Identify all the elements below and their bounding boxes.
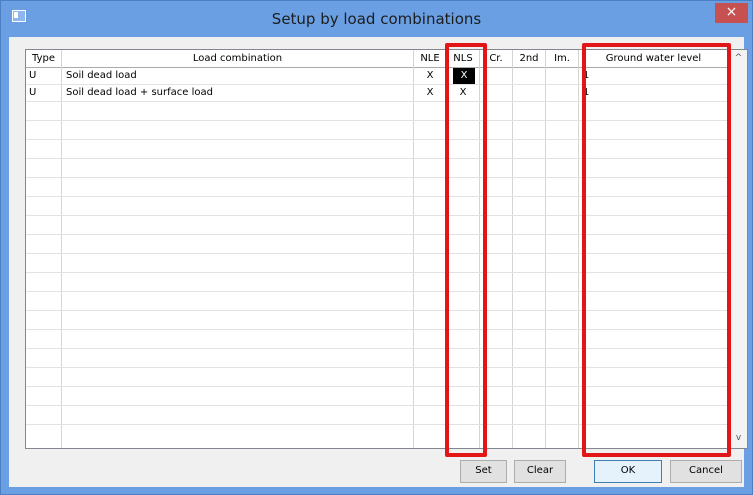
vertical-scrollbar[interactable]: ^ v (729, 50, 747, 448)
column-divider (413, 67, 414, 448)
column-header-type[interactable]: Type (26, 50, 62, 68)
ground-water-level-column-highlight (582, 43, 731, 457)
nls-column-highlight (445, 43, 487, 457)
column-header-im[interactable]: Im. (546, 50, 579, 68)
column-divider (545, 67, 546, 448)
dialog-title: Setup by load combinations (271, 10, 482, 28)
column-divider (578, 67, 579, 448)
table-cell-load-combination[interactable]: Soil dead load (66, 68, 411, 84)
clear-button[interactable]: Clear (514, 460, 566, 483)
table-cell-type[interactable]: U (29, 68, 59, 84)
column-divider (512, 67, 513, 448)
table-cell-nle[interactable]: X (414, 85, 446, 101)
column-header-load-combination[interactable]: Load combination (62, 50, 414, 68)
table-cell-nle[interactable]: X (414, 68, 446, 84)
table-cell-load-combination[interactable]: Soil dead load + surface load (66, 85, 411, 101)
title-bar[interactable]: Setup by load combinations × (1, 1, 752, 37)
column-header-nle[interactable]: NLE (414, 50, 447, 68)
close-button[interactable]: × (715, 3, 748, 23)
scroll-up-arrow-icon[interactable]: ^ (730, 50, 747, 67)
set-button[interactable]: Set (460, 460, 507, 483)
column-header-2nd[interactable]: 2nd (513, 50, 546, 68)
ok-button[interactable]: OK (594, 460, 662, 483)
cancel-button[interactable]: Cancel (670, 460, 742, 483)
table-cell-type[interactable]: U (29, 85, 59, 101)
scroll-down-arrow-icon[interactable]: v (730, 430, 747, 447)
column-divider (61, 67, 62, 448)
